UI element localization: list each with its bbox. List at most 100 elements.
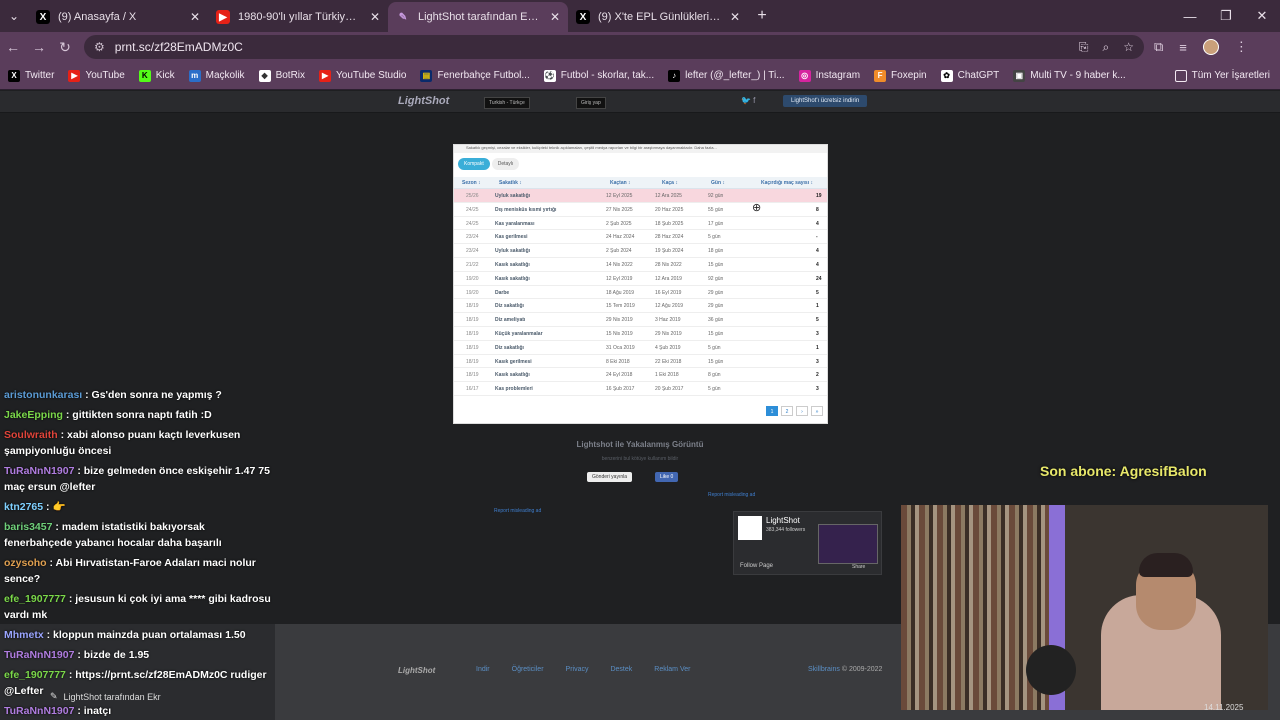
social-icons[interactable]: 🐦 f (741, 96, 755, 105)
chat-message: ktn2765 : 👉 (0, 497, 275, 517)
menu-icon[interactable]: ⋮ (1235, 39, 1248, 55)
bookmark-mackolik[interactable]: m Maçkolik (188, 69, 245, 82)
page-last: » (811, 406, 823, 416)
chat-message: JakeEpping : gittikten sonra naptı fatih… (0, 405, 275, 425)
bookmark-star-icon[interactable]: ☆ (1123, 40, 1134, 55)
chat-username[interactable]: TuRaNnN1907 (4, 649, 74, 661)
chat-username[interactable]: JakeEpping (4, 409, 63, 421)
chat-username[interactable]: efe_1907777 (4, 593, 66, 605)
footer-logo[interactable]: LightShot (398, 666, 435, 675)
image-actions[interactable]: benzerini bul kötüye kullanım bildir (540, 456, 740, 462)
footer-link[interactable]: Indir (476, 666, 490, 673)
back-button[interactable]: ← (0, 39, 26, 55)
close-tab-icon[interactable]: ✕ (370, 10, 380, 24)
bookmark-youtube[interactable]: ▶ YouTube (68, 69, 125, 82)
facebook-widget[interactable]: LightShot 383,344 followers Follow Page … (733, 511, 882, 575)
close-tab-icon[interactable]: ✕ (550, 10, 560, 24)
minimize-button[interactable]: — (1172, 9, 1208, 24)
bookmark-kick[interactable]: K Kick (138, 69, 175, 82)
chat-username[interactable]: efe_1907777 (4, 669, 66, 681)
column-header: Kaçırdığı maç sayısı ↕ (761, 180, 813, 186)
chat-username[interactable]: Mhmetx (4, 629, 44, 641)
notice-bar: Sakatlık geçmişi, cezalar ve eksikler, k… (454, 145, 827, 153)
cell-games: 4 (816, 248, 819, 255)
footer-link[interactable]: Privacy (566, 666, 589, 673)
bookmark-youtube-studio[interactable]: ▶ YouTube Studio (319, 69, 406, 82)
media-icon[interactable]: ≡ (1179, 40, 1187, 55)
zoom-icon[interactable]: ⌕ (1103, 40, 1110, 55)
bookmark-label: Instagram (815, 70, 861, 81)
tab-search-button[interactable]: ⌄ (0, 0, 28, 32)
address-bar[interactable]: ⚙ prnt.sc/zf28EmADMz0C ⎘ ⌕ ☆ (84, 35, 1144, 59)
language-select[interactable]: Turkish - Türkçe (484, 97, 530, 109)
cell-injury: Diz sakatlığı (495, 303, 524, 310)
cell-season: 18/19 (466, 303, 479, 310)
bookmark-label: Tüm Yer İşaretleri (1191, 70, 1270, 81)
chat-username[interactable]: baris3457 (4, 521, 52, 533)
close-tab-icon[interactable]: ✕ (730, 10, 740, 24)
bookmark-instagram[interactable]: ◎ Instagram (798, 69, 861, 82)
chat-message: efe_1907777 : jesusun ki çok iyi ama ***… (0, 589, 275, 625)
chat-username[interactable]: ktn2765 (4, 501, 43, 513)
tab-lightshot[interactable]: ✎ LightShot tarafından Ekran Gör ✕ (388, 2, 568, 32)
bookmark-label: Maçkolik (205, 70, 245, 81)
chat-separator: : (57, 429, 68, 441)
fb-share-button[interactable]: Share (852, 564, 865, 570)
bookmark-twitter[interactable]: X Twitter (8, 69, 54, 82)
chat-separator: : (46, 557, 56, 569)
profile-avatar[interactable] (1202, 39, 1219, 55)
cell-season: 18/19 (466, 372, 479, 379)
bookmark-foxepin[interactable]: F Foxepin (874, 69, 927, 82)
tab-x-epl[interactable]: X (9) X'te EPL Günlükleri: "ıx Yusu ✕ (568, 2, 748, 32)
download-button[interactable]: LightShot'ı ücretsiz indirin (783, 95, 868, 107)
close-window-button[interactable]: ✕ (1244, 8, 1280, 24)
table-row: 21/22 Kasık sakatlığı 14 Nis 2022 28 Nis 20… (454, 258, 827, 272)
chat-separator: : (82, 389, 92, 401)
tab-x-home[interactable]: X (9) Anasayfa / X ✕ (28, 2, 208, 32)
bookmark-fenerbahce[interactable]: ▤ Fenerbahçe Futbol... (420, 69, 530, 82)
footer-links: Indir Öğreticiler Privacy Destek Reklam … (476, 666, 690, 673)
close-tab-icon[interactable]: ✕ (190, 10, 200, 24)
brand-link[interactable]: Skillbrains (808, 666, 840, 673)
foxepin-icon: F (874, 69, 887, 82)
tweet-button[interactable]: Gönderi yayınla (587, 472, 633, 482)
fb-page-name[interactable]: LightShot (766, 516, 800, 525)
report-ad-link[interactable]: Report misleading ad (494, 508, 541, 514)
youtube-icon: ▶ (216, 10, 230, 24)
taskbar-item[interactable]: ✎ LightShot tarafından Ekr (50, 691, 161, 702)
botrix-icon: ◆ (258, 69, 271, 82)
footer-link[interactable]: Öğreticiler (512, 666, 544, 673)
all-bookmarks-folder[interactable]: Tüm Yer İşaretleri (1174, 69, 1270, 82)
bookmark-flashscore[interactable]: ⚽ Futbol - skorlar, tak... (543, 69, 654, 82)
like-button[interactable]: Like 0 (655, 472, 679, 482)
lightshot-logo[interactable]: LightShot (398, 95, 449, 107)
footer-link[interactable]: Reklam Ver (654, 666, 690, 673)
reload-button[interactable]: ↻ (52, 39, 78, 56)
chat-username[interactable]: TuRaNnN1907 (4, 705, 74, 717)
bookmark-chatgpt[interactable]: ✿ ChatGPT (940, 69, 999, 82)
chat-username[interactable]: aristonunkarası (4, 389, 82, 401)
new-tab-button[interactable]: + (748, 7, 776, 25)
bookmark-tiktok[interactable]: ♪ lefter (@_lefter_) | Ti... (668, 69, 785, 82)
chat-username[interactable]: Soulwraith (4, 429, 58, 441)
site-info-icon[interactable]: ⚙ (94, 40, 105, 54)
cell-days: 55 gün (708, 206, 724, 213)
chat-username[interactable]: ozysoho (4, 557, 47, 569)
footer-link[interactable]: Destek (610, 666, 632, 673)
cell-season: 24/25 (466, 206, 479, 213)
cast-icon[interactable]: ⎘ (1079, 40, 1089, 55)
maximize-button[interactable]: ❐ (1208, 8, 1244, 24)
extensions-icon[interactable]: ⧉ (1154, 39, 1163, 55)
report-ad-link[interactable]: Report misleading ad (708, 492, 755, 498)
clock-date: 14.11.2025 (1204, 703, 1244, 712)
taskbar-title: LightShot tarafından Ekr (63, 691, 161, 702)
bookmark-botrix[interactable]: ◆ BotRix (258, 69, 305, 82)
screenshot-image[interactable]: Sakatlık geçmişi, cezalar ve eksikler, k… (453, 144, 828, 424)
forward-button[interactable]: → (26, 39, 52, 55)
bookmark-multitv[interactable]: ▣ Multi TV - 9 haber k... (1013, 69, 1126, 82)
login-button[interactable]: Giriş yap (576, 97, 606, 109)
tab-youtube[interactable]: ▶ 1980-90'lı yıllar Türkiye'nin baş ✕ (208, 2, 388, 32)
chat-username[interactable]: TuRaNnN1907 (4, 465, 74, 477)
cell-days: 92 gün (708, 193, 724, 199)
fb-follow-button[interactable]: Follow Page (740, 563, 773, 569)
